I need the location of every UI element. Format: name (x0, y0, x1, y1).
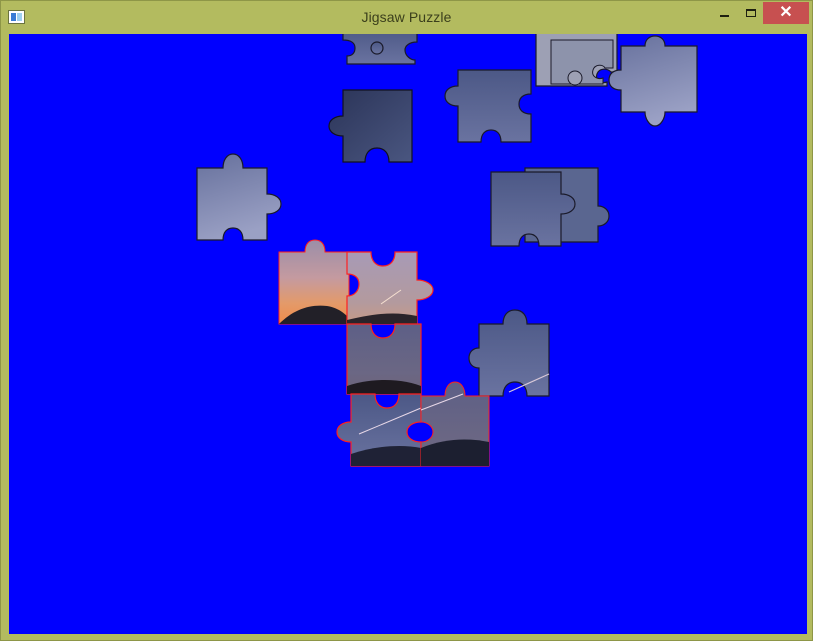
minimize-button[interactable] (713, 2, 735, 24)
app-window: Jigsaw Puzzle ✕ (0, 0, 813, 641)
puzzle-piece-loose-2[interactable] (535, 34, 618, 87)
window-title: Jigsaw Puzzle (361, 9, 452, 25)
close-button[interactable]: ✕ (763, 2, 809, 24)
puzzle-piece-loose-5[interactable] (328, 89, 413, 163)
close-icon: ✕ (779, 4, 793, 21)
puzzle-canvas[interactable] (9, 34, 807, 634)
puzzle-piece-assembled-2[interactable] (346, 251, 434, 325)
puzzle-board[interactable] (9, 34, 807, 634)
minimize-icon (719, 15, 729, 17)
puzzle-piece-loose-6[interactable] (196, 153, 282, 241)
puzzle-piece-assembled-1[interactable] (278, 239, 350, 325)
puzzle-piece-loose-1[interactable] (342, 34, 418, 65)
puzzle-piece-assembled-4[interactable] (336, 393, 422, 467)
puzzle-piece-loose-3[interactable] (608, 35, 698, 127)
puzzle-piece-assembled-3[interactable] (346, 323, 422, 395)
maximize-icon (746, 9, 756, 17)
puzzle-piece-loose-4[interactable] (444, 69, 532, 143)
title-bar[interactable]: Jigsaw Puzzle ✕ (1, 1, 812, 34)
puzzle-piece-loose-9[interactable] (468, 309, 550, 397)
maximize-button[interactable] (739, 2, 763, 24)
